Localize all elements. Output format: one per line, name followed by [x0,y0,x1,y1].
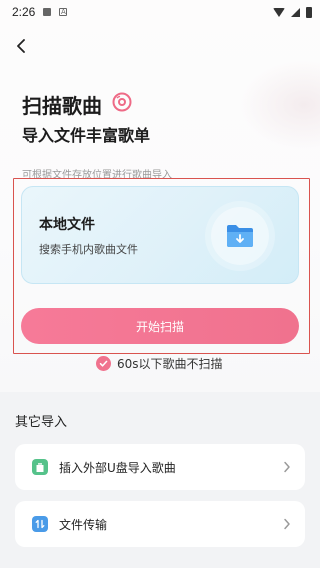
page-title: 扫描歌曲 [22,94,102,118]
chevron-right-icon [284,518,290,530]
folder-badge [211,207,269,265]
status-bar: 2:26 A [0,0,320,24]
usb-import-label: 插入外部U盘导入歌曲 [59,460,176,475]
decorative-blob [240,60,320,150]
status-icons [273,6,312,18]
chevron-right-icon [284,461,290,473]
image-notification-icon [43,8,52,16]
skip-short-songs-option[interactable]: 60s以下歌曲不扫描 [96,355,223,372]
folder-icon [227,225,253,247]
back-arrow-icon [17,39,25,53]
local-file-card[interactable]: 本地文件 搜索手机内歌曲文件 [21,186,299,284]
local-file-subtitle: 搜索手机内歌曲文件 [39,243,138,256]
music-disc-icon [112,92,132,112]
usb-import-item[interactable]: 插入外部U盘导入歌曲 [15,444,305,490]
page-subtitle: 导入文件丰富歌单 [22,126,151,145]
back-button[interactable] [10,34,34,58]
start-scan-button[interactable]: 开始扫描 [21,308,299,344]
checkbox-checked-icon[interactable] [96,356,111,371]
other-import-title: 其它导入 [15,415,68,430]
signal-icon [291,7,300,17]
file-transfer-label: 文件传输 [59,517,108,532]
battery-icon [306,6,312,18]
status-time: 2:26 [12,5,36,19]
skip-short-songs-label: 60s以下歌曲不扫描 [117,357,223,371]
usb-icon [32,459,48,475]
wifi-icon [273,7,285,17]
file-transfer-item[interactable]: 文件传输 [15,501,305,547]
app-notification-icon: A [59,8,68,16]
local-file-title: 本地文件 [39,217,95,233]
transfer-icon [32,516,48,532]
